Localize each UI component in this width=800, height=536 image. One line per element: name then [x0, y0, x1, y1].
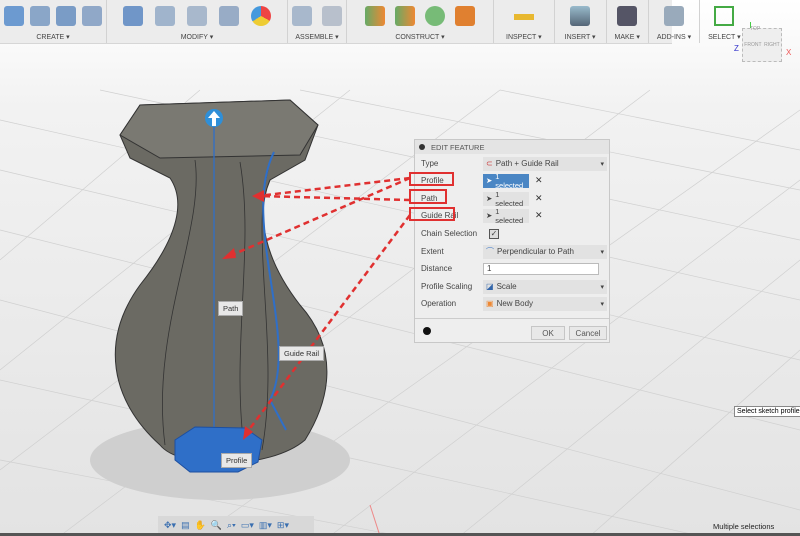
- cancel-button[interactable]: Cancel: [569, 326, 607, 340]
- type-label: Type: [421, 159, 439, 168]
- panel-title: EDIT FEATURE: [431, 142, 485, 152]
- extrude-icon[interactable]: [4, 6, 24, 26]
- chain-selection-checkbox[interactable]: ✓: [489, 228, 499, 239]
- tooltip: Select sketch profile: [734, 406, 800, 417]
- path-highlight-box: [409, 189, 447, 204]
- inspect-menu[interactable]: INSPECT ▾: [506, 33, 542, 41]
- chain-selection-label: Chain Selection: [421, 229, 478, 238]
- construct-menu[interactable]: CONSTRUCT ▾: [395, 33, 444, 41]
- 3d-print-icon[interactable]: [617, 6, 638, 26]
- guide-rail-selector[interactable]: ➤ 1 selected: [483, 207, 529, 225]
- create-group[interactable]: CREATE ▾: [0, 0, 107, 43]
- z-axis-label: Z: [734, 44, 739, 53]
- profile-scaling-dropdown[interactable]: ◪ Scale: [483, 279, 607, 294]
- ok-button[interactable]: OK: [531, 326, 565, 340]
- plane-at-angle-icon[interactable]: [455, 6, 475, 26]
- shell-icon[interactable]: [219, 6, 239, 26]
- collapse-icon[interactable]: [419, 144, 425, 150]
- status-text: Multiple selections: [713, 522, 775, 531]
- viewcube-top[interactable]: TOP: [750, 26, 760, 32]
- viewports-icon[interactable]: ⊞▾: [277, 520, 289, 531]
- fillet-icon[interactable]: [155, 6, 175, 26]
- add-ins-menu[interactable]: ADD-INS ▾: [657, 33, 691, 41]
- x-axis-label: X: [786, 48, 792, 57]
- extent-label: Extent: [421, 247, 444, 256]
- pan-icon[interactable]: ✋: [195, 520, 206, 531]
- joint-icon[interactable]: [322, 6, 342, 26]
- edit-feature-panel: EDIT FEATURE Type ⊂Path + Guide Rail Prof…: [414, 139, 610, 343]
- construct-group[interactable]: CONSTRUCT ▾: [347, 0, 494, 43]
- profile-scaling-label: Profile Scaling: [421, 282, 473, 291]
- profile-highlight-box: [409, 172, 454, 186]
- grid-settings-icon[interactable]: ▥▾: [259, 520, 272, 531]
- make-menu[interactable]: MAKE ▾: [615, 33, 640, 41]
- scripts-icon[interactable]: [663, 6, 684, 26]
- guide-rail-label: Guide Rail: [279, 346, 325, 361]
- profile-selector[interactable]: ➤ 1 selected: [483, 172, 529, 190]
- sweep-icon[interactable]: [56, 6, 76, 26]
- operation-dropdown[interactable]: ▣ New Body: [483, 296, 607, 311]
- zoom-icon[interactable]: 🔍: [211, 520, 222, 531]
- new-component-icon[interactable]: [292, 6, 312, 26]
- path-selector[interactable]: ➤ 1 selected: [483, 190, 529, 208]
- distance-input[interactable]: 1: [483, 262, 599, 275]
- revolve-icon[interactable]: [30, 6, 50, 26]
- profile-label: Profile: [221, 453, 253, 468]
- appearance-icon[interactable]: [251, 6, 271, 26]
- loft-icon[interactable]: [82, 6, 102, 26]
- axis-icon[interactable]: [425, 6, 445, 26]
- cursor-icon: ➤: [486, 211, 493, 220]
- extent-dropdown[interactable]: ⌒ Perpendicular to Path: [483, 244, 607, 259]
- modify-group[interactable]: MODIFY ▾: [107, 0, 288, 43]
- viewcube-right[interactable]: RIGHT: [764, 42, 780, 48]
- sweep-type-icon: ⊂: [486, 159, 493, 168]
- info-icon[interactable]: [423, 327, 431, 335]
- offset-plane-icon[interactable]: [365, 6, 385, 26]
- path-label: Path: [218, 301, 244, 316]
- select-icon[interactable]: [714, 6, 735, 26]
- clear-guide-rail-button[interactable]: ✕: [535, 210, 543, 221]
- toolbar: CREATE ▾ MODIFY ▾ ASSEMBLE ▾ CONSTRUCT ▾…: [0, 0, 741, 44]
- measure-icon[interactable]: [513, 6, 534, 26]
- modify-menu[interactable]: MODIFY ▾: [181, 33, 214, 41]
- inspect-group[interactable]: INSPECT ▾: [494, 0, 555, 43]
- insert-image-icon[interactable]: [570, 6, 591, 26]
- midplane-icon[interactable]: [395, 6, 415, 26]
- select-menu[interactable]: SELECT ▾: [708, 33, 741, 41]
- make-group[interactable]: MAKE ▾: [607, 0, 649, 43]
- operation-label: Operation: [421, 299, 457, 308]
- clear-profile-button[interactable]: ✕: [535, 175, 543, 186]
- distance-label: Distance: [421, 264, 453, 273]
- guide-rail-highlight-box: [409, 207, 455, 221]
- display-settings-icon[interactable]: ▭▾: [241, 520, 254, 531]
- move-arrow-icon[interactable]: [205, 109, 223, 127]
- insert-menu[interactable]: INSERT ▾: [565, 33, 596, 41]
- orbit-icon[interactable]: ✥▾: [164, 520, 176, 531]
- press-pull-icon[interactable]: [123, 6, 143, 26]
- type-dropdown[interactable]: ⊂ Path + Guide Rail: [483, 156, 607, 171]
- cursor-icon: ➤: [486, 194, 493, 203]
- chamfer-icon[interactable]: [187, 6, 207, 26]
- fit-icon[interactable]: ⌕▾: [227, 520, 236, 531]
- clear-path-button[interactable]: ✕: [535, 193, 543, 204]
- 3d-viewport[interactable]: [0, 0, 800, 536]
- navigation-bar: ✥▾ ▤ ✋ 🔍 ⌕▾ ▭▾ ▥▾ ⊞▾: [158, 516, 314, 534]
- viewcube[interactable]: FRONT RIGHT TOP Z X: [734, 22, 791, 62]
- insert-group[interactable]: INSERT ▾: [555, 0, 607, 43]
- viewcube-front[interactable]: FRONT: [744, 42, 761, 48]
- model-canvas[interactable]: [0, 0, 800, 536]
- assemble-menu[interactable]: ASSEMBLE ▾: [295, 33, 338, 41]
- assemble-group[interactable]: ASSEMBLE ▾: [288, 0, 347, 43]
- look-at-icon[interactable]: ▤: [181, 520, 190, 531]
- vase-top-face: [119, 99, 319, 159]
- cursor-icon: ➤: [486, 176, 493, 185]
- add-ins-group[interactable]: ADD-INS ▾: [649, 0, 701, 43]
- create-menu[interactable]: CREATE ▾: [36, 33, 69, 41]
